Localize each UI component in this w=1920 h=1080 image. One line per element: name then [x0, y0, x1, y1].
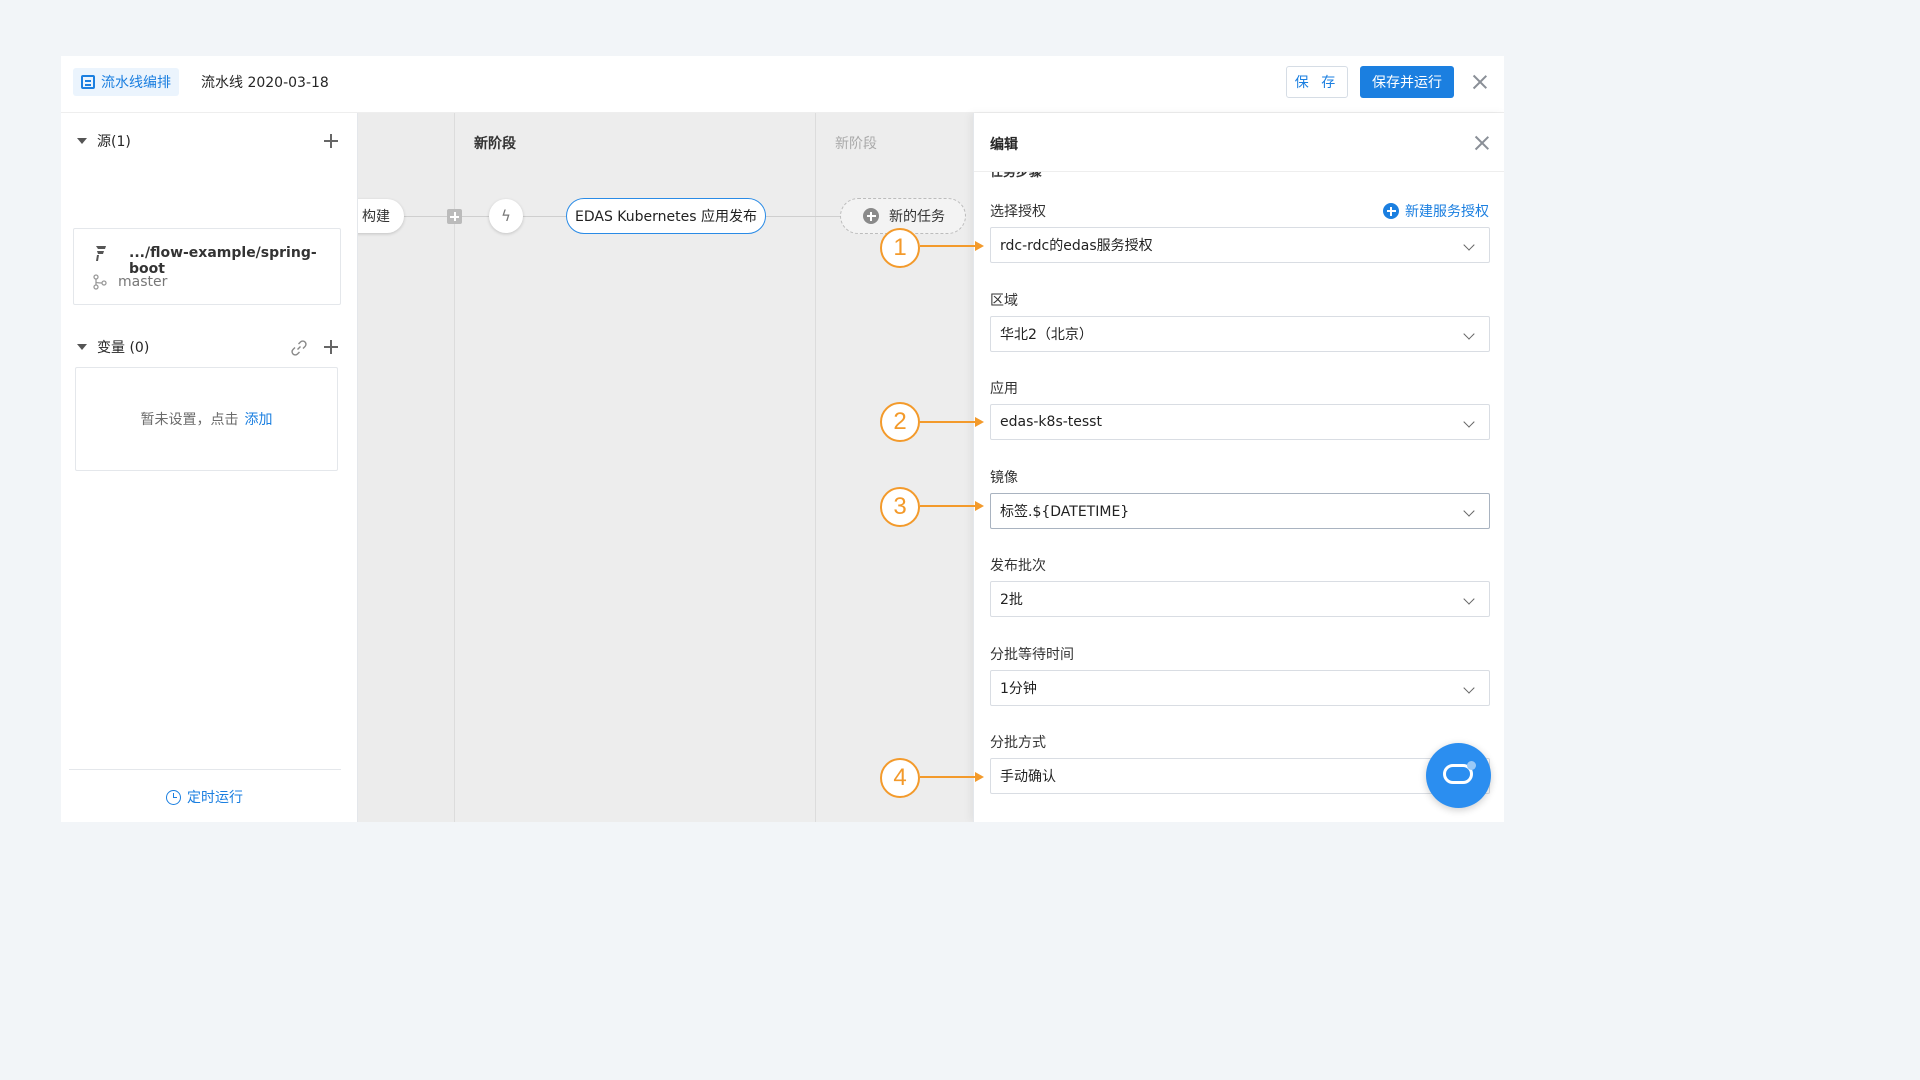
scheduled-run-label: 定时运行	[187, 790, 243, 806]
plus-circle-icon	[863, 208, 879, 224]
variables-empty-text: 暂未设置，点击	[140, 412, 239, 428]
stage-label[interactable]: 新阶段	[474, 133, 516, 153]
source-branch: master	[118, 274, 168, 290]
annotation-arrow-line	[920, 505, 976, 507]
annotation-marker: 1	[880, 228, 920, 268]
field-label-region: 区域	[990, 293, 1018, 309]
trigger-node[interactable]: ϟ	[489, 199, 523, 233]
mode-tag[interactable]: 流水线编排	[73, 68, 179, 96]
batch-mode-select[interactable]: 手动确认	[990, 758, 1490, 794]
alarm-clock-icon	[166, 789, 181, 805]
plus-circle-icon	[1383, 203, 1399, 219]
close-panel-icon[interactable]	[1474, 135, 1490, 151]
auth-select-value: rdc-rdc的edas服务授权	[1000, 238, 1153, 254]
chevron-down-icon	[1463, 593, 1475, 605]
source-section-title: 源(1)	[97, 134, 131, 150]
pipeline-editor-window: 流水线编排 流水线 2020-03-18 保 存 保存并运行 源(1) .../…	[61, 56, 1504, 822]
variables-section-title: 变量 (0)	[97, 340, 150, 356]
arrow-head-icon	[975, 501, 984, 511]
annotation-marker: 4	[880, 758, 920, 798]
left-sidebar: 源(1) .../flow-example/spring-boot master…	[61, 113, 358, 822]
batch-mode-select-value: 手动确认	[1000, 769, 1056, 785]
save-and-run-button[interactable]: 保存并运行	[1360, 66, 1454, 98]
chat-support-button[interactable]	[1426, 743, 1491, 808]
close-icon[interactable]	[1472, 74, 1488, 90]
annotation-marker: 3	[880, 487, 920, 527]
edas-deploy-task-label: EDAS Kubernetes 应用发布	[575, 209, 757, 225]
edas-deploy-task-node[interactable]: EDAS Kubernetes 应用发布	[566, 198, 766, 234]
build-task-label: 构建	[362, 209, 390, 225]
batch-wait-select[interactable]: 1分钟	[990, 670, 1490, 706]
field-label-batch-mode: 分批方式	[990, 735, 1046, 751]
flow-logo-icon	[96, 246, 106, 261]
caret-down-icon	[77, 138, 87, 144]
chevron-down-icon	[1463, 416, 1475, 428]
scheduled-run-button[interactable]: 定时运行	[166, 787, 243, 807]
sidebar-divider	[69, 769, 341, 770]
edit-panel-title: 编辑	[990, 137, 1018, 153]
lightning-icon: ϟ	[501, 207, 511, 225]
add-source-icon[interactable]	[324, 134, 338, 148]
pipeline-title[interactable]: 流水线 2020-03-18	[201, 72, 329, 92]
application-select[interactable]: edas-k8s-tesst	[990, 404, 1490, 440]
region-select[interactable]: 华北2（北京）	[990, 316, 1490, 352]
arrow-head-icon	[975, 417, 984, 427]
chevron-down-icon	[1463, 239, 1475, 251]
add-variable-icon[interactable]	[324, 340, 338, 354]
batches-select-value: 2批	[1000, 592, 1023, 608]
region-select-value: 华北2（北京）	[1000, 327, 1093, 343]
save-button[interactable]: 保 存	[1286, 66, 1348, 98]
field-label-batches: 发布批次	[990, 558, 1046, 574]
annotation-marker: 2	[880, 402, 920, 442]
image-select-value: 标签.${DATETIME}	[1000, 504, 1130, 520]
variables-empty-box: 暂未设置，点击 添加	[75, 367, 338, 471]
auth-select[interactable]: rdc-rdc的edas服务授权	[990, 227, 1490, 263]
connector-line	[766, 216, 840, 217]
field-label-image: 镜像	[990, 470, 1018, 486]
branch-icon	[93, 274, 107, 290]
section-label: 任务步骤	[990, 172, 1043, 180]
connector-line	[523, 216, 566, 217]
build-task-node[interactable]: 构建	[358, 199, 404, 233]
new-task-label: 新的任务	[889, 209, 945, 225]
pipeline-canvas[interactable]: 新阶段 新阶段 构建 ϟ EDAS Kubernetes 应用发布 新的任务	[358, 113, 973, 822]
batch-wait-select-value: 1分钟	[1000, 681, 1037, 697]
edit-panel-header: 编辑	[974, 113, 1504, 172]
source-card[interactable]: .../flow-example/spring-boot master	[73, 228, 341, 305]
source-path: .../flow-example/spring-boot	[129, 245, 317, 277]
arrow-head-icon	[975, 772, 984, 782]
add-variable-link[interactable]: 添加	[245, 409, 273, 429]
mode-label: 流水线编排	[101, 75, 171, 91]
stage-label-placeholder[interactable]: 新阶段	[835, 133, 877, 153]
notification-dot	[1467, 761, 1476, 770]
field-label-auth: 选择授权	[990, 204, 1046, 220]
new-service-auth-link[interactable]: 新建服务授权	[1383, 201, 1489, 221]
arrow-head-icon	[975, 241, 984, 251]
batches-select[interactable]: 2批	[990, 581, 1490, 617]
link-icon[interactable]	[290, 339, 308, 357]
image-select[interactable]: 标签.${DATETIME}	[990, 493, 1490, 529]
pipeline-icon	[81, 75, 95, 89]
annotation-arrow-line	[920, 245, 976, 247]
variables-section-header[interactable]: 变量 (0)	[77, 335, 149, 359]
chevron-down-icon	[1463, 505, 1475, 517]
annotation-arrow-line	[920, 421, 976, 423]
new-service-auth-label: 新建服务授权	[1405, 204, 1489, 220]
edit-panel: 编辑 任务步骤 选择授权 新建服务授权 rdc-rdc的edas服务授权 区域 …	[973, 113, 1504, 822]
caret-down-icon	[77, 344, 87, 350]
application-select-value: edas-k8s-tesst	[1000, 414, 1102, 430]
chevron-down-icon	[1463, 682, 1475, 694]
header-bar: 流水线编排 流水线 2020-03-18 保 存 保存并运行	[61, 56, 1504, 113]
chevron-down-icon	[1463, 328, 1475, 340]
add-parallel-icon[interactable]	[447, 209, 462, 224]
source-section-header[interactable]: 源(1)	[77, 129, 131, 153]
field-label-application: 应用	[990, 381, 1018, 397]
annotation-arrow-line	[920, 776, 976, 778]
field-label-batch-wait: 分批等待时间	[990, 647, 1074, 663]
